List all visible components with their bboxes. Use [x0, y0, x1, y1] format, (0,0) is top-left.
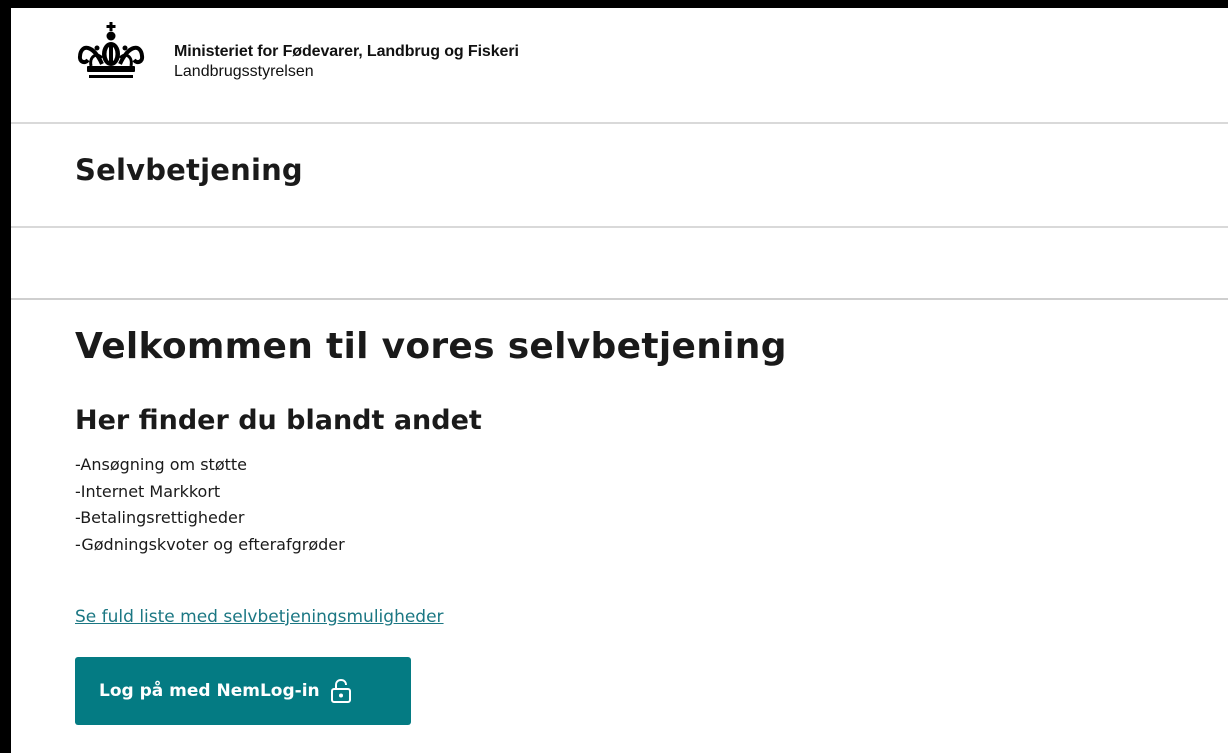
royal-crown-icon	[77, 22, 145, 78]
nemlog-in-login-button[interactable]: Log på med NemLog-in	[75, 657, 411, 725]
unlock-icon	[330, 679, 351, 703]
list-item: -Gødningskvoter og efterafgrøder	[75, 534, 345, 554]
list-item: -Internet Markkort	[75, 481, 221, 501]
service-title: Selvbetjening	[75, 153, 303, 187]
list-item: -Betalingsrettigheder	[75, 508, 245, 527]
page: Ministeriet for Fødevarer, Landbrug og F…	[11, 8, 1228, 753]
ministry-name: Ministeriet for Fødevarer, Landbrug og F…	[174, 43, 519, 60]
full-list-link[interactable]: Se fuld liste med selvbetjeningsmulighed…	[75, 607, 444, 627]
title-divider	[11, 226, 1228, 228]
content-divider	[11, 298, 1228, 300]
organization-block: Ministeriet for Fødevarer, Landbrug og F…	[174, 42, 519, 82]
agency-name: Landbrugsstyrelsen	[174, 63, 314, 80]
welcome-heading: Velkommen til vores selvbetjening	[75, 326, 787, 367]
feature-list: -Ansøgning om støtte -Internet Markkort …	[75, 452, 345, 558]
features-heading: Her finder du blandt andet	[75, 405, 482, 436]
site-header: Ministeriet for Fødevarer, Landbrug og F…	[11, 8, 1228, 122]
login-button-label: Log på med NemLog-in	[99, 681, 320, 701]
list-item: -Ansøgning om støtte	[75, 455, 248, 474]
header-divider	[11, 122, 1228, 124]
window-frame: Ministeriet for Fødevarer, Landbrug og F…	[0, 0, 1228, 753]
